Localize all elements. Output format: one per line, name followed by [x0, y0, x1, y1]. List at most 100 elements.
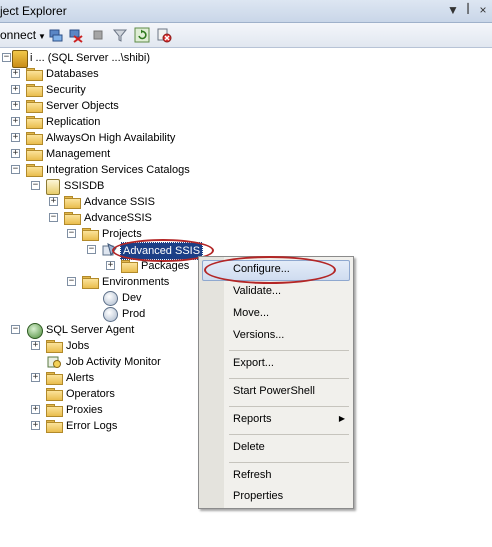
tree-node-jobs[interactable]: + Jobs: [0, 338, 200, 354]
tree-node-label: Alerts: [66, 372, 95, 384]
tree-node-databases[interactable]: + Databases: [0, 66, 200, 82]
folder-icon: [26, 100, 43, 113]
expand-icon[interactable]: +: [31, 373, 40, 382]
expand-icon[interactable]: +: [31, 405, 40, 414]
menu-separator: [229, 350, 349, 351]
expand-icon[interactable]: +: [11, 117, 20, 126]
remove-filter-icon[interactable]: [156, 27, 172, 43]
menu-item-export[interactable]: Export...: [199, 353, 353, 375]
folder-icon: [26, 116, 43, 129]
tree-node-advancessis[interactable]: − AdvanceSSIS: [0, 210, 200, 226]
tree-node-advance-ssis[interactable]: + Advance SSIS: [0, 194, 200, 210]
menu-item-start-powershell[interactable]: Start PowerShell: [199, 381, 353, 403]
tree-node-label: SSISDB: [64, 180, 105, 192]
menu-item-refresh[interactable]: Refresh: [199, 465, 353, 487]
toolbar: onnect ▼: [0, 23, 492, 48]
job-monitor-icon: [47, 355, 61, 369]
menu-item-validate[interactable]: Validate...: [199, 281, 353, 303]
tree-node-management[interactable]: + Management: [0, 146, 200, 162]
tree-node-isc[interactable]: − Integration Services Catalogs: [0, 162, 240, 178]
menu-item-label: Start PowerShell: [233, 385, 315, 397]
tree-node-ssisdb[interactable]: − SSISDB: [0, 178, 200, 195]
refresh-icon[interactable]: [134, 27, 150, 43]
menu-item-versions[interactable]: Versions...: [199, 325, 353, 347]
context-menu: Configure... Validate... Move... Version…: [198, 256, 354, 509]
collapse-icon[interactable]: −: [31, 181, 40, 190]
window-title: ject Explorer: [0, 4, 67, 18]
tree-node-error-logs[interactable]: + Error Logs: [0, 418, 200, 434]
collapse-icon[interactable]: −: [67, 229, 76, 238]
stop-icon[interactable]: [90, 27, 106, 43]
tree-node-label: Projects: [102, 228, 142, 240]
menu-item-label: Reports: [233, 413, 272, 425]
tree-node-server[interactable]: − i ... (SQL Server ...\shibi): [0, 50, 480, 68]
folder-icon: [82, 228, 99, 241]
connect-button[interactable]: onnect ▼: [0, 28, 46, 42]
environment-icon: [103, 291, 118, 306]
tree-node-sql-agent[interactable]: − SQL Server Agent: [0, 322, 200, 339]
menu-item-properties[interactable]: Properties: [199, 486, 353, 508]
tree-node-job-activity[interactable]: Job Activity Monitor: [0, 354, 200, 370]
tree-node-label: Integration Services Catalogs: [46, 164, 190, 176]
collapse-icon[interactable]: −: [67, 277, 76, 286]
tree-node-dev[interactable]: Dev: [0, 290, 160, 306]
tree-node-packages[interactable]: + Packages: [0, 258, 200, 274]
collapse-icon[interactable]: −: [11, 165, 20, 174]
folder-icon: [26, 84, 43, 97]
expand-icon[interactable]: +: [11, 133, 20, 142]
tree-node-operators[interactable]: Operators: [0, 386, 200, 402]
tree-node-label: Job Activity Monitor: [66, 356, 161, 368]
folder-icon: [82, 276, 99, 289]
tree-node-label: Environments: [102, 276, 170, 288]
tree-node-security[interactable]: + Security: [0, 82, 200, 98]
folder-icon: [46, 388, 63, 401]
tree-node-label: Security: [46, 84, 86, 96]
dropdown-icon[interactable]: ▼: [446, 3, 460, 17]
connect-label: onnect: [0, 28, 37, 42]
expand-icon[interactable]: +: [31, 341, 40, 350]
expand-icon[interactable]: +: [31, 421, 40, 430]
folder-icon: [46, 340, 63, 353]
menu-item-move[interactable]: Move...: [199, 303, 353, 325]
collapse-icon[interactable]: −: [87, 245, 96, 254]
tree-node-alerts[interactable]: + Alerts: [0, 370, 200, 386]
folder-icon: [26, 68, 43, 81]
expand-icon[interactable]: +: [11, 149, 20, 158]
menu-item-label: Move...: [233, 307, 270, 319]
menu-item-delete[interactable]: Delete: [199, 437, 353, 459]
tree-node-label: Dev: [122, 292, 142, 304]
tree-node-prod[interactable]: Prod: [0, 306, 160, 322]
menu-item-reports[interactable]: Reports ▶: [199, 409, 353, 431]
tree-node-label: Jobs: [66, 340, 90, 352]
tree-node-environments[interactable]: − Environments: [0, 274, 200, 290]
connect-object-icon[interactable]: [48, 27, 64, 43]
environment-icon: [103, 307, 118, 322]
collapse-icon[interactable]: −: [11, 325, 20, 334]
catalog-icon: [46, 179, 60, 195]
expand-icon[interactable]: +: [11, 101, 20, 110]
tree-node-alwayson[interactable]: + AlwaysOn High Availability: [0, 130, 220, 146]
expand-icon[interactable]: +: [106, 261, 115, 270]
tree-node-label: Databases: [46, 68, 99, 80]
expand-icon[interactable]: +: [11, 85, 20, 94]
tree-node-label: SQL Server Agent: [46, 324, 135, 336]
pin-icon[interactable]: ꟾ: [461, 3, 475, 17]
filter-icon[interactable]: [112, 27, 128, 43]
tree-node-server-objects[interactable]: + Server Objects: [0, 98, 200, 114]
menu-item-label: Delete: [233, 441, 265, 453]
close-icon[interactable]: ×: [476, 3, 490, 17]
annotation-oval-configure: [204, 256, 336, 284]
tree-node-proxies[interactable]: + Proxies: [0, 402, 200, 418]
expand-icon[interactable]: +: [11, 69, 20, 78]
collapse-icon[interactable]: −: [2, 53, 11, 62]
tree-node-label: Management: [46, 148, 111, 160]
menu-item-label: Properties: [233, 490, 284, 502]
collapse-icon[interactable]: −: [49, 213, 58, 222]
tree-node-label: Packages: [141, 260, 190, 272]
menu-item-label: Refresh: [233, 469, 272, 481]
expand-icon[interactable]: +: [49, 197, 58, 206]
tree-node-replication[interactable]: + Replication: [0, 114, 200, 130]
disconnect-icon[interactable]: [68, 27, 84, 43]
menu-item-label: Validate...: [233, 285, 282, 297]
agent-icon: [27, 323, 43, 339]
